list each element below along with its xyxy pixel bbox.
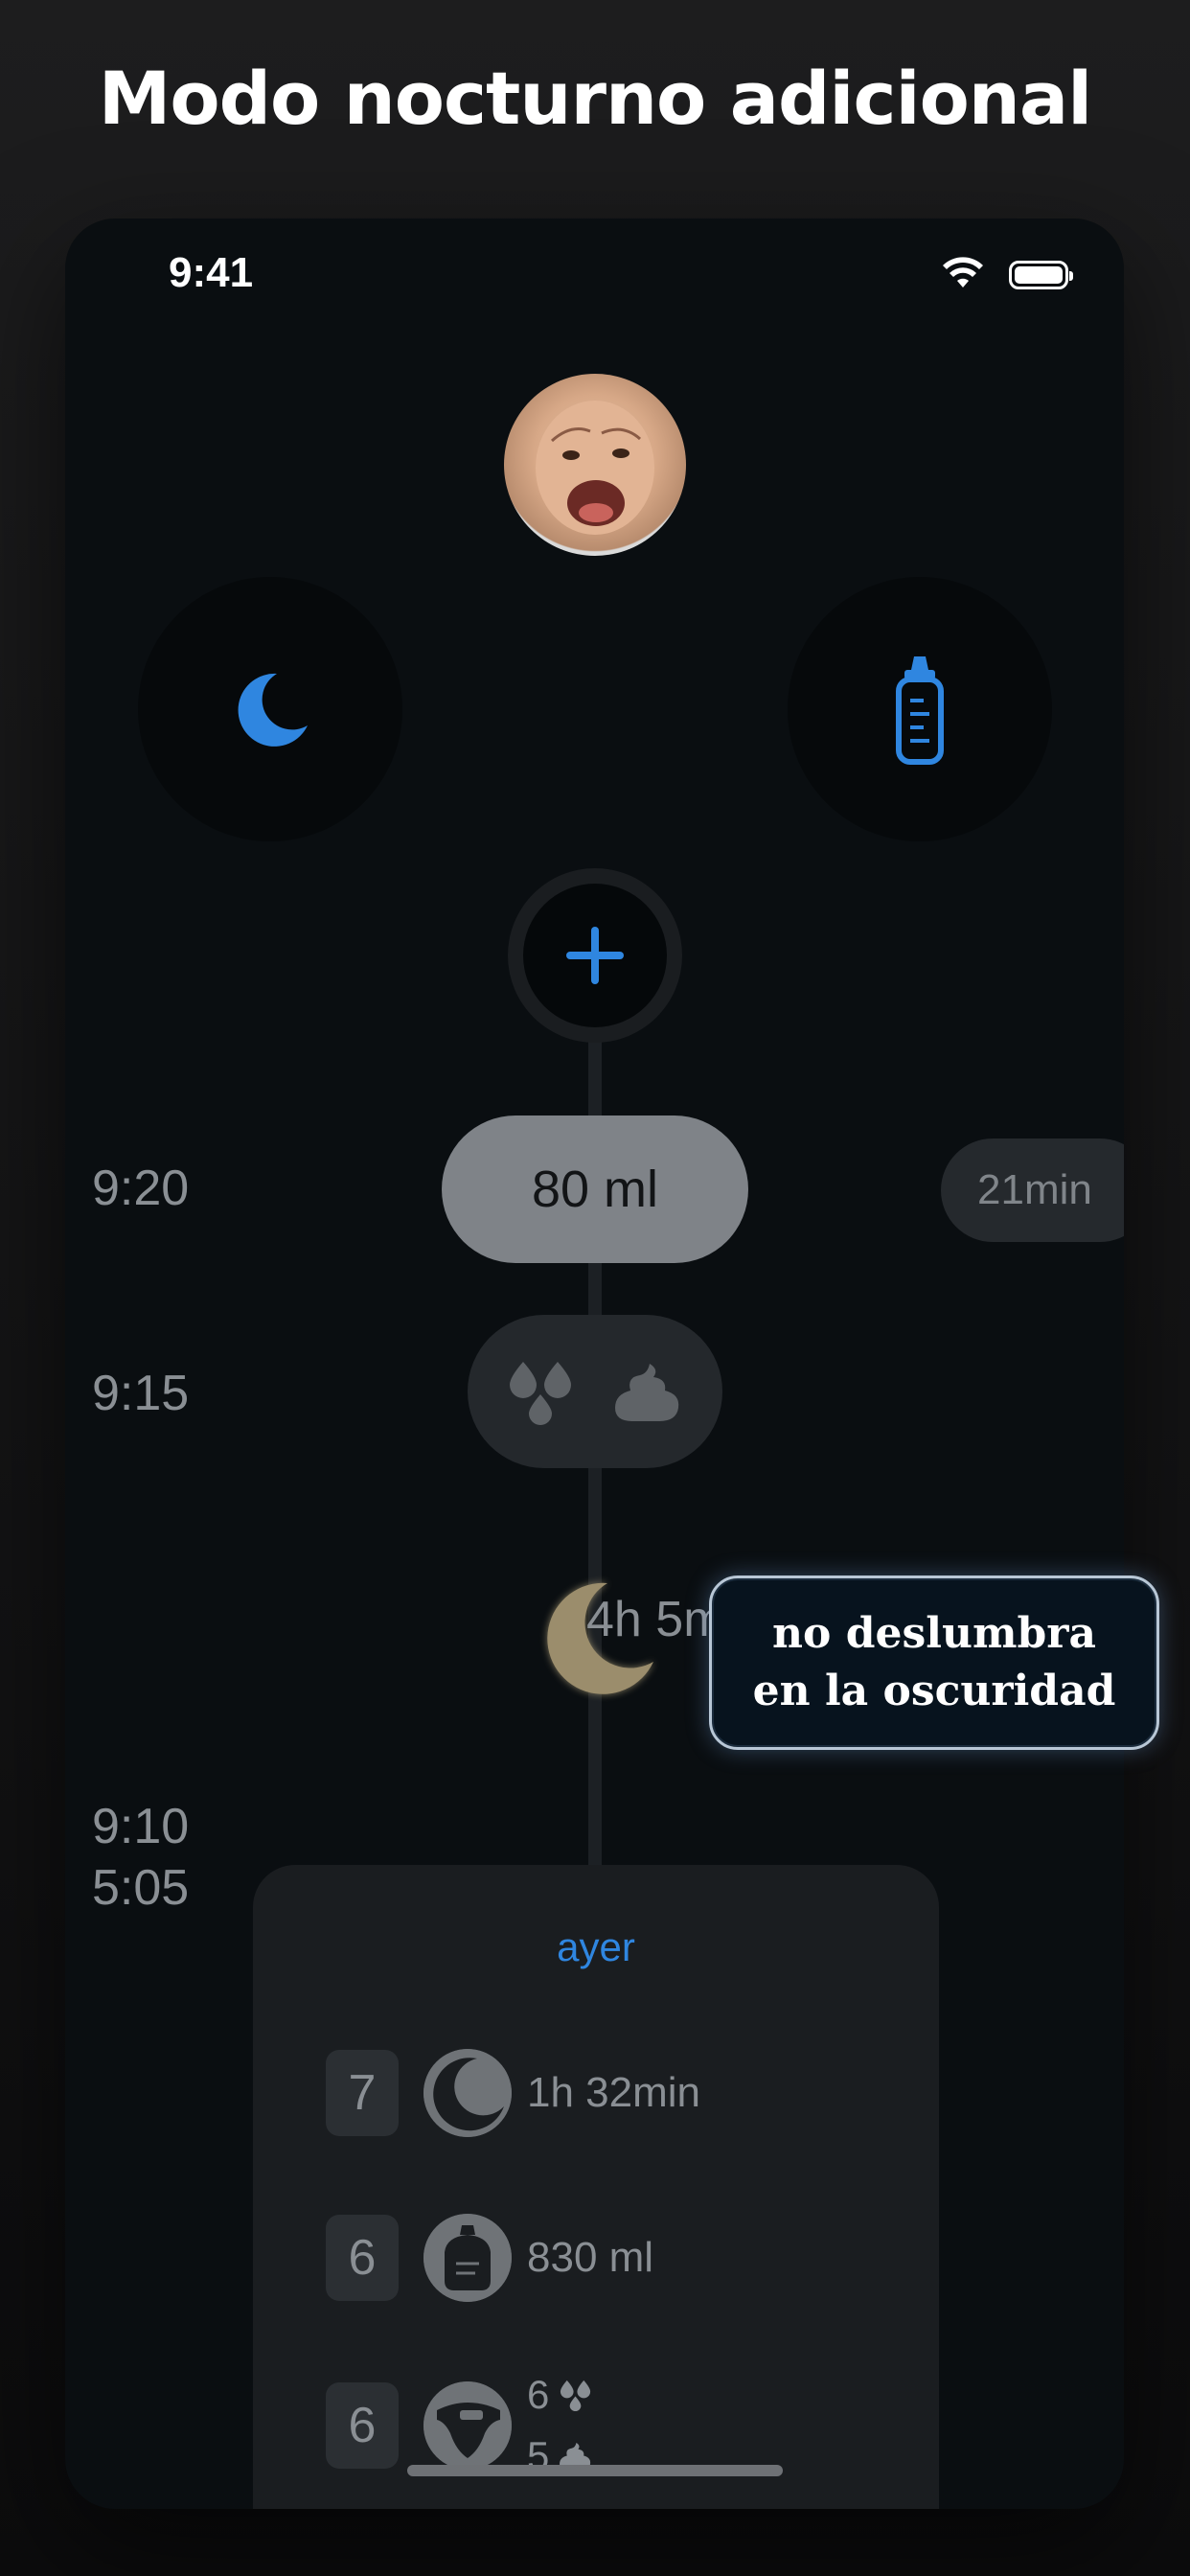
page-headline: Modo nocturno adicional bbox=[98, 56, 1092, 141]
pee-count: 6 bbox=[527, 2372, 550, 2417]
baby-bottle-icon bbox=[896, 656, 944, 765]
entry-time: 9:15 bbox=[92, 1366, 190, 1421]
poop-count-line: 5 bbox=[527, 2426, 593, 2487]
feeding-total: 830 ml bbox=[527, 2234, 654, 2281]
pee-count-line: 6 bbox=[527, 2364, 593, 2426]
entry-time: 9:20 bbox=[92, 1161, 190, 1216]
summary-row-feeding: 6 830 ml bbox=[326, 2210, 653, 2306]
poop-count: 5 bbox=[527, 2433, 550, 2478]
add-entry-button[interactable] bbox=[508, 868, 682, 1043]
summary-row-sleep: 7 1h 32min bbox=[326, 2045, 700, 2141]
summary-title: ayer bbox=[557, 1924, 635, 1969]
moon-icon bbox=[238, 673, 308, 747]
pee-drops-icon bbox=[510, 1362, 571, 1425]
diaper-count: 6 bbox=[326, 2382, 399, 2469]
feeding-amount: 80 ml bbox=[531, 1161, 659, 1218]
diaper-summary-icon bbox=[423, 2381, 512, 2470]
pee-drops-icon bbox=[561, 2380, 591, 2412]
diaper-entry[interactable] bbox=[468, 1315, 722, 1468]
home-indicator[interactable] bbox=[407, 2465, 783, 2476]
summary-card-yesterday[interactable]: ayer 7 1h 32min 6 830 ml 6 6 5 bbox=[253, 1865, 939, 2509]
sleep-count: 7 bbox=[326, 2050, 399, 2136]
sleep-total: 1h 32min bbox=[527, 2069, 701, 2116]
sleep-start-time: 9:10 bbox=[92, 1799, 190, 1854]
feeding-entry[interactable]: 80 ml bbox=[442, 1116, 748, 1263]
sleep-end-time: 5:05 bbox=[92, 1860, 190, 1916]
poop-icon bbox=[615, 1364, 679, 1421]
add-feeding-button[interactable] bbox=[788, 577, 1052, 841]
summary-row-diaper: 6 6 5 bbox=[326, 2372, 593, 2478]
wifi-icon bbox=[943, 257, 983, 288]
callout-line-2: en la oscuridad bbox=[752, 1667, 1116, 1715]
feature-callout: no deslumbra en la oscuridad bbox=[709, 1576, 1159, 1750]
feeding-count: 6 bbox=[326, 2215, 399, 2301]
phone-screen: 9:41 9:20 80 ml 21min 9:15 9:10 5:05 4h … bbox=[65, 218, 1124, 2509]
interval-label: 21min bbox=[977, 1166, 1092, 1213]
add-sleep-button[interactable] bbox=[138, 577, 402, 841]
status-time: 9:41 bbox=[169, 249, 254, 296]
callout-line-1: no deslumbra bbox=[772, 1609, 1096, 1658]
baby-avatar[interactable] bbox=[504, 374, 686, 556]
plus-icon bbox=[566, 927, 624, 984]
battery-icon bbox=[1009, 261, 1073, 289]
sleep-summary-icon bbox=[423, 2049, 512, 2137]
feeding-interval-badge: 21min bbox=[941, 1138, 1124, 1242]
bottle-summary-icon bbox=[423, 2214, 512, 2302]
